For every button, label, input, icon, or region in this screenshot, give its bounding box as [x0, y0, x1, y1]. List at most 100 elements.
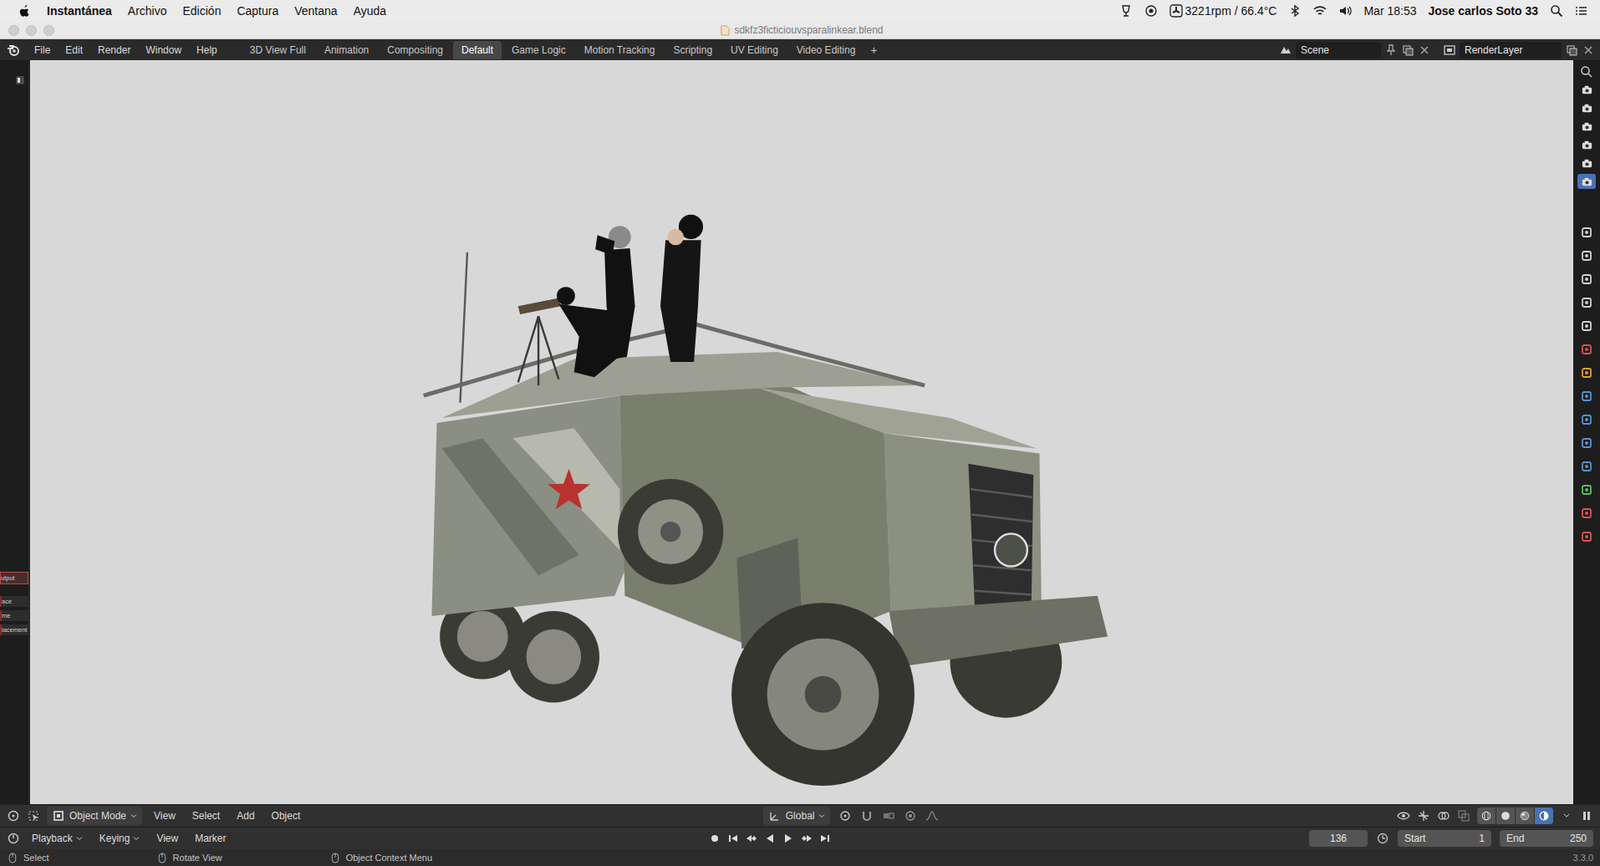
properties-tab-icon[interactable] — [1579, 342, 1594, 357]
new-scene-icon[interactable] — [1401, 43, 1415, 57]
cloud-icon[interactable] — [1144, 4, 1158, 18]
render-slot[interactable] — [1577, 137, 1596, 153]
clock[interactable]: Mar 18:53 — [1363, 4, 1417, 18]
play-reverse-icon[interactable] — [763, 831, 777, 846]
view-layer-name-field[interactable]: RenderLayer — [1459, 41, 1562, 59]
workspace-tab[interactable]: Animation — [315, 40, 378, 60]
mac-menu-item[interactable]: Ventana — [294, 4, 337, 18]
properties-tab-icon[interactable] — [1579, 319, 1594, 333]
add-workspace-button[interactable]: + — [865, 41, 882, 59]
timeline-editor-icon[interactable] — [6, 831, 21, 846]
render-slot[interactable] — [1577, 81, 1596, 97]
properties-tab-icon[interactable] — [1579, 272, 1594, 286]
properties-tab-icon[interactable] — [1579, 529, 1594, 544]
shading-button[interactable] — [1534, 807, 1554, 825]
proportional-edit-icon[interactable] — [903, 809, 918, 823]
view-layer-selector[interactable]: RenderLayer — [1442, 41, 1595, 59]
viewport-menu[interactable]: Add — [231, 807, 260, 825]
new-view-layer-icon[interactable] — [1564, 43, 1579, 57]
scene-selector[interactable]: Scene — [1278, 41, 1432, 59]
properties-tab-icon[interactable] — [1579, 366, 1594, 380]
mac-menu-item[interactable]: Ayuda — [353, 4, 387, 18]
visibility-icon[interactable] — [1396, 809, 1411, 823]
snap-icon[interactable] — [860, 809, 874, 823]
delete-view-layer-icon[interactable] — [1581, 43, 1595, 57]
timeline-menu[interactable]: Keying — [94, 830, 146, 847]
workspace-tab[interactable]: UV Editing — [722, 40, 787, 60]
timeline-menu[interactable]: Marker — [189, 830, 231, 847]
workspace-tab[interactable]: Video Editing — [788, 40, 865, 60]
render-slot[interactable] — [1577, 155, 1596, 171]
mode-dropdown[interactable]: Object Mode — [46, 806, 143, 826]
shading-button[interactable] — [1496, 807, 1515, 825]
render-slot[interactable] — [1577, 118, 1596, 134]
delete-scene-icon[interactable] — [1417, 43, 1432, 57]
mac-menu-item[interactable]: Edición — [183, 4, 222, 18]
notification-list-icon[interactable] — [1574, 4, 1589, 18]
mac-menu-item[interactable]: Archivo — [127, 4, 168, 18]
properties-tab-icon[interactable] — [1579, 389, 1594, 403]
previous-keyframe-icon[interactable] — [744, 831, 759, 846]
falloff-icon[interactable] — [925, 809, 939, 823]
workspace-tab[interactable]: Motion Tracking — [575, 40, 664, 60]
viewport-menu[interactable]: Select — [187, 807, 225, 825]
editor-type-icon[interactable] — [6, 809, 21, 823]
shading-button[interactable] — [1515, 807, 1534, 825]
properties-tab-icon[interactable] — [1579, 225, 1594, 240]
xray-icon[interactable] — [1457, 809, 1471, 823]
zoom-button[interactable] — [43, 25, 55, 36]
workspace-tab[interactable]: Game Logic — [503, 40, 575, 60]
side-panel-tab[interactable]: ace — [0, 596, 29, 607]
rendered-scene[interactable] — [30, 60, 1574, 805]
pivot-point-icon[interactable] — [838, 809, 852, 823]
bluetooth-icon[interactable] — [1288, 4, 1302, 18]
close-button[interactable] — [8, 25, 20, 36]
gizmo-icon[interactable] — [1416, 809, 1431, 823]
end-frame-field[interactable]: End250 — [1499, 830, 1594, 847]
workspace-tab[interactable]: Compositing — [378, 40, 452, 60]
toolbar-toggle-icon[interactable] — [15, 75, 26, 86]
workspace-tab[interactable]: Default — [453, 40, 502, 60]
timeline-menu[interactable]: View — [151, 830, 184, 847]
3d-viewport[interactable] — [30, 60, 1574, 805]
orientation-dropdown[interactable]: Global — [763, 806, 831, 826]
properties-tab-icon[interactable] — [1579, 506, 1594, 520]
search-icon[interactable] — [1579, 65, 1594, 79]
shading-options-icon[interactable] — [1559, 809, 1574, 823]
jump-start-icon[interactable] — [726, 831, 740, 846]
overlays-icon[interactable] — [1436, 809, 1451, 823]
properties-tab-icon[interactable] — [1579, 249, 1594, 263]
blender-menu[interactable]: File — [28, 41, 57, 59]
properties-tab-icon[interactable] — [1579, 436, 1594, 450]
side-panel-tab[interactable]: me — [0, 610, 29, 622]
properties-tab-icon[interactable] — [1579, 459, 1594, 474]
start-frame-field[interactable]: Start1 — [1397, 830, 1492, 847]
next-keyframe-icon[interactable] — [800, 831, 814, 846]
shading-button[interactable] — [1477, 807, 1496, 825]
wine-glass-icon[interactable] — [1119, 4, 1133, 18]
select-mode-icon[interactable] — [26, 809, 41, 823]
scene-name-field[interactable]: Scene — [1295, 41, 1381, 59]
workspace-tab[interactable]: 3D View Full — [241, 40, 315, 60]
sidebar-toggle-icon[interactable] — [1579, 809, 1594, 823]
apple-icon[interactable] — [18, 4, 31, 19]
current-frame-field[interactable]: 136 — [1309, 830, 1368, 847]
user-name[interactable]: Jose carlos Soto 33 — [1427, 4, 1539, 18]
viewport-menu[interactable]: Object — [266, 807, 306, 825]
app-menu[interactable]: Instantánea — [46, 4, 113, 18]
volume-icon[interactable] — [1338, 4, 1352, 18]
render-slot[interactable] — [1577, 100, 1596, 116]
properties-tab-icon[interactable] — [1579, 483, 1594, 497]
blender-menu[interactable]: Help — [190, 41, 224, 59]
preview-range-icon[interactable] — [1375, 831, 1390, 846]
wifi-icon[interactable] — [1313, 4, 1327, 18]
mac-menu-item[interactable]: Captura — [236, 4, 279, 18]
search-icon[interactable] — [1549, 4, 1564, 18]
pin-icon[interactable] — [1384, 43, 1398, 57]
fan-sensor[interactable]: 3221rpm / 66.4°C — [1169, 4, 1278, 18]
minimize-button[interactable] — [25, 25, 37, 36]
blender-menu[interactable]: Window — [139, 41, 188, 59]
workspace-tab[interactable]: Scripting — [664, 40, 721, 60]
play-icon[interactable] — [781, 831, 795, 846]
blender-menu[interactable]: Edit — [59, 41, 89, 59]
